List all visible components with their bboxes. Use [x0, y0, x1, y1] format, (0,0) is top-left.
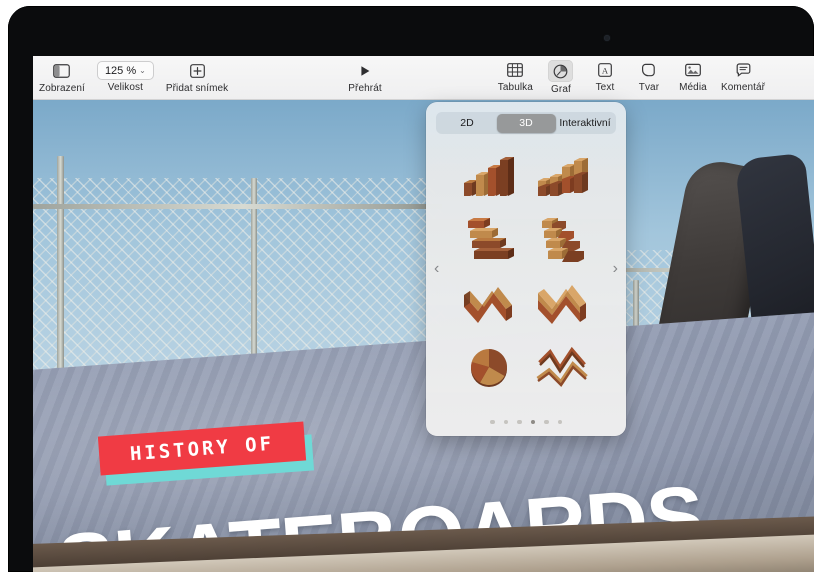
toolbar-label-zoom: Velikost: [108, 82, 143, 93]
chart-thumb-3d-area[interactable]: [456, 275, 522, 333]
slide-canvas[interactable]: HISTORY OF SKATEBOARDS: [33, 100, 814, 572]
page-dot-2[interactable]: [504, 420, 509, 425]
app-toolbar: Zobrazení 125 % ⌄ Velikost: [33, 56, 814, 100]
previous-page-arrow-icon[interactable]: ‹: [434, 260, 439, 278]
chart-type-popover[interactable]: 2D 3D Interaktivní ‹ ›: [426, 102, 626, 436]
slide-title-line1: HISTORY OF: [129, 432, 275, 465]
toolbar-label-chart: Graf: [551, 84, 571, 95]
toolbar-label-media: Média: [679, 82, 707, 93]
chart-thumb-3d-stacked-column[interactable]: [530, 147, 596, 205]
svg-text:A: A: [602, 65, 609, 75]
page-dot-4[interactable]: [531, 420, 536, 425]
page-dot-5[interactable]: [544, 420, 549, 425]
toolbar-label-table: Tabulka: [498, 82, 533, 93]
segment-2d[interactable]: 2D: [438, 114, 497, 133]
toolbar-button-view[interactable]: Zobrazení: [33, 61, 91, 94]
toolbar-left-group: Zobrazení 125 % ⌄ Velikost: [33, 61, 234, 94]
toolbar-button-chart[interactable]: Graf: [539, 60, 583, 95]
plus-square-icon: [190, 61, 205, 81]
chart-thumbnail-grid: [452, 144, 600, 436]
toolbar-button-media[interactable]: Média: [671, 60, 715, 93]
toolbar-label-text: Text: [596, 82, 615, 93]
toolbar-label-add-slide: Přidat snímek: [166, 83, 228, 94]
toolbar-label-play: Přehrát: [348, 83, 382, 94]
popover-page-dots[interactable]: [426, 420, 626, 425]
toolbar-center-group: Přehrát: [342, 61, 388, 94]
chart-thumb-3d-stacked-area[interactable]: [530, 275, 596, 333]
page-dot-1[interactable]: [490, 420, 495, 425]
zoom-value: 125 %: [105, 65, 136, 77]
zoom-percent-stepper[interactable]: 125 % ⌄: [97, 61, 154, 80]
shape-icon: [641, 60, 656, 80]
chart-dimension-segmented-control[interactable]: 2D 3D Interaktivní: [436, 112, 616, 134]
comment-bubble-icon: [736, 60, 751, 80]
toolbar-right-group: Tabulka Graf: [492, 60, 771, 95]
toolbar-button-shape[interactable]: Tvar: [627, 60, 671, 93]
next-page-arrow-icon[interactable]: ›: [613, 260, 618, 278]
sidebar-view-icon: [53, 61, 70, 81]
toolbar-button-comment[interactable]: Komentář: [715, 60, 771, 93]
fence-rail: [33, 204, 453, 209]
chart-thumb-3d-bar[interactable]: [456, 211, 522, 269]
media-photo-icon: [685, 60, 701, 80]
chart-thumb-3d-line[interactable]: [530, 339, 596, 397]
toolbar-button-text[interactable]: A Text: [583, 60, 627, 93]
page-dot-3[interactable]: [517, 420, 522, 425]
page-dot-6[interactable]: [558, 420, 563, 425]
chart-thumb-3d-column[interactable]: [456, 147, 522, 205]
pie-chart-icon: [548, 60, 573, 82]
segment-interactive[interactable]: Interaktivní: [556, 114, 615, 133]
laptop-frame: Zobrazení 125 % ⌄ Velikost: [8, 6, 814, 572]
screen-content: Zobrazení 125 % ⌄ Velikost: [33, 56, 814, 572]
toolbar-label-shape: Tvar: [639, 82, 659, 93]
toolbar-button-add-slide[interactable]: Přidat snímek: [160, 61, 234, 94]
chevron-down-icon: ⌄: [139, 66, 146, 75]
table-grid-icon: [507, 60, 523, 80]
chart-thumb-3d-pie[interactable]: [456, 339, 522, 397]
toolbar-button-zoom[interactable]: 125 % ⌄ Velikost: [91, 61, 160, 93]
play-triangle-icon: [358, 61, 372, 81]
toolbar-button-play[interactable]: Přehrát: [342, 61, 388, 94]
segment-3d[interactable]: 3D: [497, 114, 556, 133]
chart-thumb-3d-stacked-bar[interactable]: [530, 211, 596, 269]
fence-post: [57, 156, 64, 386]
toolbar-label-view: Zobrazení: [39, 83, 85, 94]
toolbar-label-comment: Komentář: [721, 82, 765, 93]
webcam-icon: [604, 35, 610, 41]
toolbar-button-table[interactable]: Tabulka: [492, 60, 539, 93]
text-box-icon: A: [598, 60, 612, 80]
